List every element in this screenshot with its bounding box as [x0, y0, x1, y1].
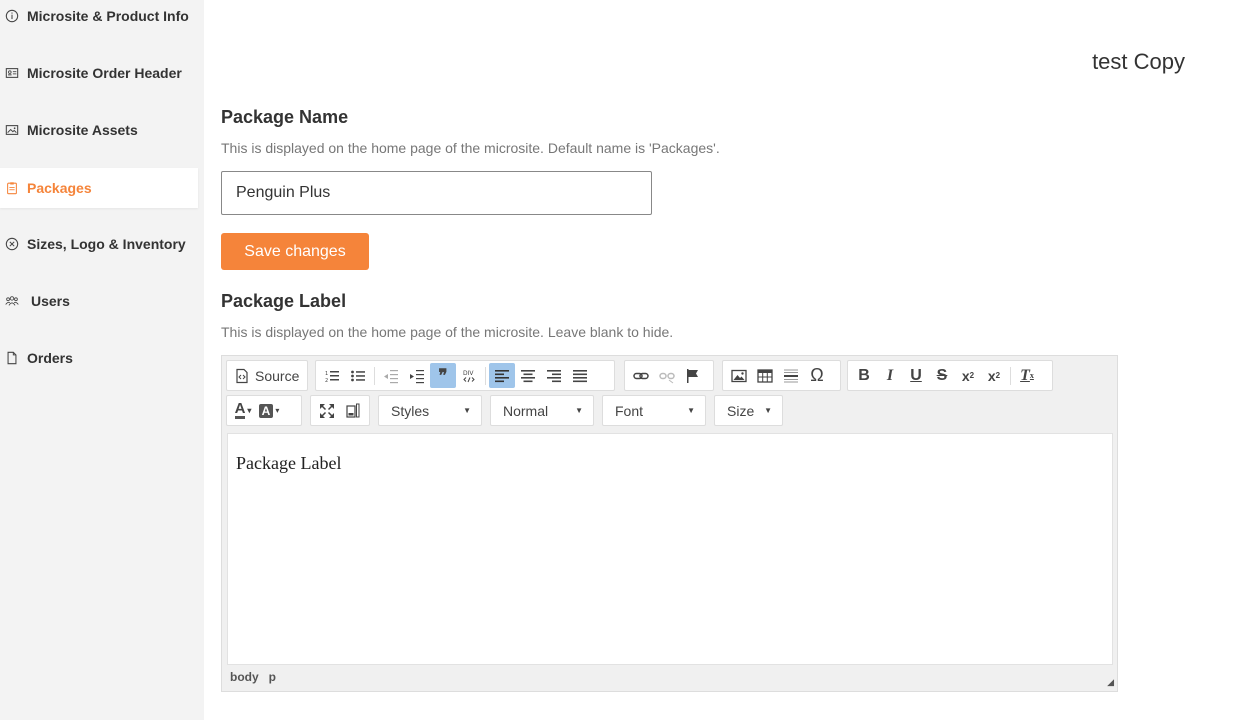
- align-left-icon[interactable]: [489, 363, 515, 388]
- source-icon: [236, 368, 248, 383]
- image-icon: [4, 122, 20, 138]
- unlink-icon[interactable]: [654, 363, 680, 388]
- path-item-body[interactable]: body: [230, 670, 259, 684]
- toolbar-group-colors: A ▾ A ▾: [226, 395, 302, 426]
- anchor-flag-icon[interactable]: [680, 363, 706, 388]
- sidebar-item-microsite-assets[interactable]: Microsite Assets: [0, 110, 198, 150]
- bulleted-list-icon[interactable]: [345, 363, 371, 388]
- sidebar-item-label: Packages: [27, 180, 92, 196]
- package-name-input[interactable]: [221, 171, 652, 215]
- table-icon[interactable]: [752, 363, 778, 388]
- sidebar: Microsite & Product Info Microsite Order…: [0, 0, 204, 720]
- toolbar-group-insert: Ω: [722, 360, 841, 391]
- source-label: Source: [255, 367, 300, 384]
- sidebar-item-sizes-logo-inventory[interactable]: Sizes, Logo & Inventory: [0, 224, 198, 264]
- save-changes-button[interactable]: Save changes: [221, 233, 369, 270]
- path-item-p[interactable]: p: [269, 670, 276, 684]
- bold-icon[interactable]: B: [851, 363, 877, 388]
- package-name-help: This is displayed on the home page of th…: [221, 140, 720, 156]
- page-title: test Copy: [1092, 49, 1185, 74]
- toolbar-group-tools: [310, 395, 370, 426]
- sidebar-item-label: Microsite Assets: [27, 122, 138, 138]
- sidebar-item-microsite-order-header[interactable]: Microsite Order Header: [0, 53, 198, 93]
- outdent-icon[interactable]: [378, 363, 404, 388]
- sidebar-item-packages[interactable]: Packages: [0, 168, 198, 208]
- toolbar-group-paragraph: 12 ❞ DIV: [315, 360, 615, 391]
- file-icon: [4, 350, 20, 366]
- styles-dropdown-label: Styles: [391, 402, 430, 419]
- font-dropdown[interactable]: Font ▼: [602, 395, 706, 426]
- numbered-list-icon[interactable]: 12: [319, 363, 345, 388]
- package-label-heading: Package Label: [221, 291, 347, 311]
- special-character-icon[interactable]: Ω: [804, 363, 830, 388]
- resize-handle-icon[interactable]: ◢: [1107, 677, 1114, 688]
- indent-icon[interactable]: [404, 363, 430, 388]
- background-color-icon[interactable]: A ▾: [256, 398, 282, 423]
- size-dropdown[interactable]: Size ▼: [714, 395, 783, 426]
- toolbar-group-basicstyles: B I U S x2 x2 Tx: [847, 360, 1053, 391]
- element-path-bar: body p: [230, 670, 276, 684]
- toolbar-separator: [374, 366, 375, 385]
- show-blocks-icon[interactable]: [340, 398, 366, 423]
- package-name-heading: Package Name: [221, 107, 349, 127]
- superscript-icon[interactable]: x2: [981, 363, 1007, 388]
- font-dropdown-label: Font: [615, 402, 644, 419]
- package-label-help: This is displayed on the home page of th…: [221, 324, 674, 340]
- toolbar-group-links: [624, 360, 714, 391]
- editor-content-area[interactable]: Package Label: [227, 433, 1113, 665]
- source-button[interactable]: Source: [230, 363, 303, 388]
- align-center-icon[interactable]: [515, 363, 541, 388]
- subscript-icon[interactable]: x2: [955, 363, 981, 388]
- toolbar-group-document: Source: [226, 360, 308, 391]
- sidebar-item-label: Orders: [27, 350, 73, 366]
- clipboard-icon: [4, 180, 20, 196]
- div-container-icon[interactable]: DIV: [456, 363, 482, 388]
- toolbar-separator: [1010, 366, 1011, 385]
- strikethrough-icon[interactable]: S: [929, 363, 955, 388]
- id-card-icon: [4, 65, 20, 81]
- align-justify-icon[interactable]: [567, 363, 593, 388]
- remove-format-icon[interactable]: Tx: [1014, 363, 1040, 388]
- size-dropdown-label: Size: [727, 402, 755, 419]
- sidebar-item-label: Users: [31, 293, 70, 309]
- sidebar-item-microsite-product-info[interactable]: Microsite & Product Info: [0, 0, 198, 36]
- info-icon: [4, 8, 20, 24]
- svg-text:1: 1: [325, 371, 328, 377]
- close-circle-icon: [4, 236, 20, 252]
- sidebar-item-label: Microsite & Product Info: [27, 8, 189, 24]
- svg-text:2: 2: [325, 378, 328, 384]
- italic-icon[interactable]: I: [877, 363, 903, 388]
- styles-dropdown[interactable]: Styles ▼: [378, 395, 482, 426]
- sidebar-item-users[interactable]: Users: [0, 281, 198, 321]
- toolbar-separator: [485, 366, 486, 385]
- sidebar-item-label: Sizes, Logo & Inventory: [27, 236, 186, 252]
- svg-text:DIV: DIV: [463, 370, 474, 377]
- chevron-down-icon: ▼: [575, 406, 583, 415]
- editor-paragraph[interactable]: Package Label: [236, 453, 1104, 474]
- underline-icon[interactable]: U: [903, 363, 929, 388]
- format-dropdown-label: Normal: [503, 402, 549, 419]
- users-icon: [4, 293, 20, 309]
- link-icon[interactable]: [628, 363, 654, 388]
- maximize-icon[interactable]: [314, 398, 340, 423]
- rich-text-editor: Source 12 ❞ DIV Ω B I U S x 2 x 2 T x A …: [221, 355, 1118, 692]
- sidebar-item-orders[interactable]: Orders: [0, 338, 198, 378]
- image-insert-icon[interactable]: [726, 363, 752, 388]
- chevron-down-icon: ▼: [764, 406, 772, 415]
- sidebar-item-label: Microsite Order Header: [27, 65, 182, 81]
- text-color-icon[interactable]: A ▾: [230, 398, 256, 423]
- format-dropdown[interactable]: Normal ▼: [490, 395, 594, 426]
- chevron-down-icon: ▼: [687, 406, 695, 415]
- app: Microsite & Product Info Microsite Order…: [0, 0, 1240, 720]
- horizontal-line-icon[interactable]: [778, 363, 804, 388]
- chevron-down-icon: ▼: [463, 406, 471, 415]
- align-right-icon[interactable]: [541, 363, 567, 388]
- blockquote-icon[interactable]: ❞: [430, 363, 456, 388]
